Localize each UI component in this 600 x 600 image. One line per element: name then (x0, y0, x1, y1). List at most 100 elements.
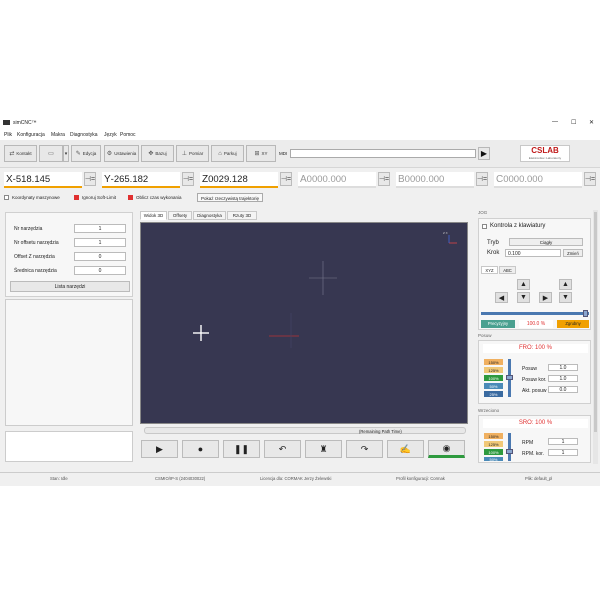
start-button[interactable]: ▶ (141, 440, 178, 458)
rewind-button[interactable]: ↶ (264, 440, 301, 458)
keyboard-control-checkbox[interactable] (482, 224, 487, 229)
menu-item-konfiguracja[interactable]: Konfiguracja (17, 132, 45, 138)
folder-dropdown-button[interactable]: ▾ (63, 145, 69, 162)
spindle-override-100[interactable]: 100% (484, 449, 503, 455)
ignore-soft-limit-checkbox[interactable] (74, 195, 79, 200)
tool-image-area (5, 299, 133, 426)
zero-x-button[interactable]: ⊣= (84, 172, 96, 186)
jog-step-input[interactable]: 0.100 (505, 249, 561, 257)
jog-speed-slider[interactable] (481, 310, 589, 317)
spindle-override-125[interactable]: 125% (484, 441, 503, 447)
axis-a-value: 0000.000 (306, 173, 347, 185)
jog-step-change-button[interactable]: Zmień (563, 249, 583, 257)
jog-x-minus-button[interactable]: ◀ (495, 292, 508, 303)
jog-mode-select[interactable]: Ciągły (509, 238, 583, 246)
tool-offset-number-label: Nr offsetu narzędzia (14, 240, 59, 246)
play-icon: ▶ (480, 149, 488, 158)
machine-coords-checkbox[interactable] (4, 195, 9, 200)
zero-c-button[interactable]: ⊣= (584, 172, 596, 186)
stop-icon: ● (197, 444, 204, 454)
contact-button[interactable]: ⇄ Kontakt (4, 145, 37, 162)
mdi-run-button[interactable]: ▶ (478, 147, 490, 160)
spindle-override-150[interactable]: 150% (484, 433, 503, 439)
manual-button[interactable]: ✍ (387, 440, 424, 458)
jog-coarse-button[interactable]: Zgrubny (557, 320, 589, 328)
axis-b-display[interactable]: B 0000.000 (396, 172, 474, 188)
tab-3d-view[interactable]: Widok 3D (140, 211, 167, 220)
axis-y-display[interactable]: Y -265.182 (102, 172, 180, 188)
zero-y-button[interactable]: ⊣= (182, 172, 194, 186)
tab-3d-projections[interactable]: Rzuty 3D (227, 211, 257, 220)
axis-x-display[interactable]: X -518.145 (4, 172, 82, 188)
park-button[interactable]: ⌂ Parkuj (211, 145, 244, 162)
menu-item-jezyk[interactable]: Język (104, 132, 117, 138)
axis-c-label: C (496, 173, 504, 185)
minimize-button[interactable]: — (552, 119, 558, 125)
jog-z-plus-button[interactable]: ▲ (559, 279, 572, 290)
feed-override-100[interactable]: 100% (484, 375, 503, 381)
tool-number-field[interactable]: 1 (74, 224, 126, 233)
tool-diameter-field[interactable]: 0 (74, 266, 126, 275)
jog-tab-abc[interactable]: ABC (499, 266, 516, 274)
zero-a-button[interactable]: ⊣= (378, 172, 390, 186)
feed-override-150[interactable]: 150% (484, 359, 503, 365)
show-path-button[interactable]: Pokaż rzeczywistą trajektorię (197, 193, 264, 202)
feed-override-125[interactable]: 125% (484, 367, 503, 373)
settings-button[interactable]: ⚙ Ustawienia (104, 145, 139, 162)
tab-offsets[interactable]: Offsety (168, 211, 192, 220)
feed-override-25[interactable]: 25% (484, 391, 503, 397)
menu-item-pomoc[interactable]: Pomoc (120, 132, 136, 138)
toolpath-canvas (193, 235, 457, 348)
edit-button[interactable]: ✎ Edycja (71, 145, 101, 162)
tool-offset-number-field[interactable]: 1 (74, 238, 126, 247)
axis-c-display[interactable]: C 0000.000 (494, 172, 582, 188)
zero-z-button[interactable]: ⊣= (280, 172, 292, 186)
toolbar: ⇄ Kontakt ▭ ▾ ✎ Edycja ⚙ Ustawienia ✥ Ba… (0, 140, 600, 168)
jog-x-plus-button[interactable]: ▶ (539, 292, 552, 303)
toolpath-3d-view[interactable]: Z X (140, 222, 468, 424)
tool-diameter-label: Średnica narzędzia (14, 268, 57, 274)
spindle-override-slider[interactable] (506, 433, 513, 461)
measure-button[interactable]: ⊥ Pomiar (176, 145, 209, 162)
zero-b-button[interactable]: ⊣= (476, 172, 488, 186)
maximize-button[interactable]: ☐ (571, 119, 576, 126)
tool-change-button[interactable]: ♜ (305, 440, 342, 458)
stop-button[interactable]: ● (182, 440, 219, 458)
play-icon: ▶ (156, 443, 163, 454)
right-panel-scrollbar-thumb[interactable] (594, 212, 597, 432)
jog-y-minus-button[interactable]: ▼ (517, 292, 530, 303)
jog-y-plus-button[interactable]: ▲ (517, 279, 530, 290)
right-panel-scrollbar[interactable] (593, 210, 598, 464)
edit-label: Edycja (82, 151, 97, 156)
jog-precise-button[interactable]: Precyzyjny (481, 320, 515, 328)
calc-time-checkbox[interactable] (128, 195, 133, 200)
jog-z-minus-button[interactable]: ▼ (559, 292, 572, 303)
feed-override-slider-handle[interactable] (506, 375, 513, 380)
folder-button[interactable]: ▭ (39, 145, 63, 162)
feed-override-50[interactable]: 50% (484, 383, 503, 389)
home-axes-button[interactable]: ✥ Bazuj (141, 145, 174, 162)
menu-item-diagnostyka[interactable]: Diagnostyka (70, 132, 98, 138)
menu-item-makra[interactable]: Makra (51, 132, 65, 138)
mdi-input[interactable] (290, 149, 476, 158)
pause-icon: ❚❚ (233, 443, 250, 454)
close-button[interactable]: ✕ (589, 119, 594, 126)
spindle-override-slider-handle[interactable] (506, 449, 513, 454)
axis-a-display[interactable]: A 0000.000 (298, 172, 376, 188)
tool-list-button[interactable]: Lista narzędzi (10, 281, 130, 292)
zero-xy-button[interactable]: ⊞ XY (246, 145, 276, 162)
config-profile: Profil konfiguracji: Cormak (396, 476, 445, 481)
pause-button[interactable]: ❚❚ (223, 440, 260, 458)
actual-feed-value: 0.0 (548, 386, 578, 393)
feed-override-slider[interactable] (506, 359, 513, 397)
axis-z-display[interactable]: Z 0029.128 (200, 172, 278, 188)
forward-button[interactable]: ↷ (346, 440, 383, 458)
estop-button[interactable]: ◉ (428, 440, 465, 458)
jog-speed-slider-handle[interactable] (583, 310, 588, 317)
tool-offset-z-field[interactable]: 0 (74, 252, 126, 261)
mdi-label: MDI (279, 151, 288, 156)
tab-diagnostics[interactable]: Diagnostyka (193, 211, 226, 220)
jog-tab-xyz[interactable]: XYZ (481, 266, 498, 274)
menu-item-plik[interactable]: Plik (4, 132, 12, 138)
spindle-override-50[interactable]: 50% (484, 457, 503, 461)
